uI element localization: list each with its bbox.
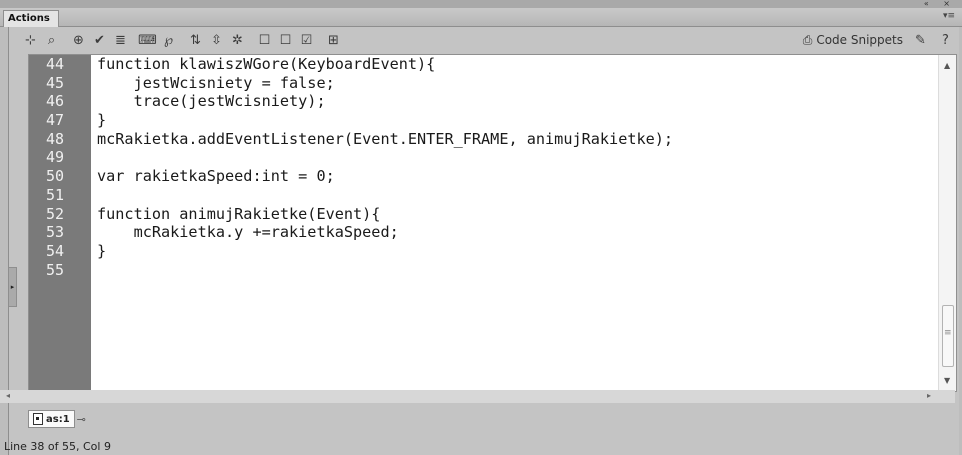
code-line[interactable]: function animujRakietke(Event){ bbox=[97, 205, 936, 224]
line-number: 50 bbox=[46, 167, 65, 186]
tab-script-as1[interactable]: as:1 bbox=[28, 410, 75, 428]
code-line[interactable] bbox=[97, 148, 936, 167]
line-number: 52 bbox=[46, 204, 65, 223]
panel-drag-bar[interactable]: « × bbox=[0, 0, 962, 8]
show-hide-toolbox-icon[interactable]: ⊞ bbox=[326, 33, 341, 48]
script-doc-icon bbox=[33, 413, 43, 425]
actions-panel-window: « × Actions ▾≡ ▸ ⊹ ⌕ ⊕ ✔ ≣ ⌨ ℘ ⇅ ⇳ ✲ ☐ ☐… bbox=[0, 0, 962, 455]
wand-icon[interactable]: ✎ bbox=[913, 33, 928, 48]
apply-line-comment-icon[interactable]: ☐ bbox=[278, 33, 293, 48]
remove-comment-icon[interactable]: ☑ bbox=[299, 33, 314, 48]
code-line[interactable] bbox=[97, 261, 936, 280]
code-area[interactable]: function klawiszWGore(KeyboardEvent){ je… bbox=[97, 55, 936, 391]
script-editor[interactable]: 44 45 46 47 48 49 50 51 52 53 54 55 func… bbox=[28, 54, 957, 392]
actions-toolbar: ⊹ ⌕ ⊕ ✔ ≣ ⌨ ℘ ⇅ ⇳ ✲ ☐ ☐ ☑ ⊞ ⎙ Code Snipp… bbox=[13, 27, 959, 53]
code-line[interactable]: } bbox=[97, 111, 936, 130]
script-tabs: as:1 ⊸ bbox=[28, 410, 86, 428]
line-number: 45 bbox=[46, 73, 65, 92]
code-line[interactable]: function klawiszWGore(KeyboardEvent){ bbox=[97, 55, 936, 74]
collapse-selection-icon[interactable]: ⇳ bbox=[209, 33, 224, 48]
tab-actions[interactable]: Actions bbox=[3, 10, 59, 27]
add-statement-icon[interactable]: ⊹ bbox=[23, 33, 38, 48]
line-number: 44 bbox=[46, 55, 65, 73]
find-icon[interactable]: ⌕ bbox=[44, 33, 59, 48]
line-number: 51 bbox=[46, 185, 65, 204]
expand-all-icon[interactable]: ✲ bbox=[230, 33, 245, 48]
collapse-between-braces-icon[interactable]: ⇅ bbox=[188, 33, 203, 48]
scroll-down-arrow-icon[interactable]: ▼ bbox=[944, 376, 950, 385]
code-line[interactable]: trace(jestWcisniety); bbox=[97, 92, 936, 111]
help-icon[interactable]: ? bbox=[938, 33, 953, 48]
panel-tab-row: Actions ▾≡ bbox=[0, 8, 962, 27]
code-snippets-icon: ⎙ bbox=[802, 32, 813, 47]
line-number: 49 bbox=[46, 148, 65, 167]
show-code-hint-icon[interactable]: ⌨ bbox=[138, 33, 157, 48]
code-snippets-label: Code Snippets bbox=[816, 33, 903, 47]
line-number: 47 bbox=[46, 111, 65, 130]
line-number: 48 bbox=[46, 129, 65, 148]
status-bar: Line 38 of 55, Col 9 bbox=[4, 440, 111, 453]
vertical-scrollbar[interactable]: ▲ ▼ bbox=[938, 55, 956, 391]
line-number: 53 bbox=[46, 223, 65, 242]
code-line[interactable]: mcRakietka.y +=rakietkaSpeed; bbox=[97, 223, 936, 242]
script-tab-label: as:1 bbox=[46, 413, 70, 425]
line-number: 46 bbox=[46, 92, 65, 111]
check-syntax-icon[interactable]: ✔ bbox=[92, 33, 107, 48]
window-controls[interactable]: « × bbox=[924, 0, 956, 8]
insert-target-path-icon[interactable]: ⊕ bbox=[71, 33, 86, 48]
toolbox-collapse-handle[interactable]: ▸ bbox=[9, 267, 17, 307]
line-number-gutter: 44 45 46 47 48 49 50 51 52 53 54 55 bbox=[29, 55, 91, 391]
code-line[interactable]: } bbox=[97, 242, 936, 261]
code-snippets-button[interactable]: ⎙ Code Snippets bbox=[803, 33, 903, 48]
panel-menu-icon[interactable]: ▾≡ bbox=[943, 11, 955, 21]
horizontal-scrollbar[interactable]: ◂ ▸ bbox=[0, 390, 955, 403]
pin-script-icon[interactable]: ⊸ bbox=[77, 413, 86, 426]
scroll-right-arrow-icon[interactable]: ▸ bbox=[927, 391, 931, 400]
scroll-left-arrow-icon[interactable]: ◂ bbox=[6, 391, 10, 400]
code-line[interactable]: mcRakietka.addEventListener(Event.ENTER_… bbox=[97, 130, 936, 149]
scroll-up-arrow-icon[interactable]: ▲ bbox=[944, 61, 950, 70]
debug-options-icon[interactable]: ℘ bbox=[161, 33, 176, 48]
line-number: 55 bbox=[46, 260, 65, 279]
apply-block-comment-icon[interactable]: ☐ bbox=[257, 33, 272, 48]
line-number: 54 bbox=[46, 241, 65, 260]
code-line[interactable]: jestWcisniety = false; bbox=[97, 74, 936, 93]
code-line[interactable] bbox=[97, 186, 936, 205]
vertical-scroll-thumb[interactable] bbox=[942, 305, 954, 367]
code-line[interactable]: var rakietkaSpeed:int = 0; bbox=[97, 167, 936, 186]
auto-format-icon[interactable]: ≣ bbox=[113, 33, 128, 48]
